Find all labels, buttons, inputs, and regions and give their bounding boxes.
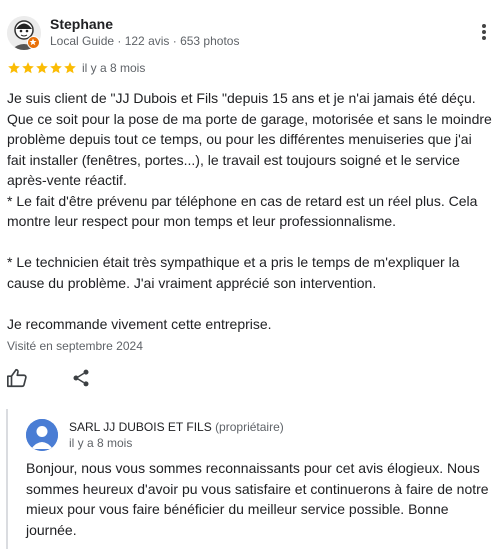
owner-role: (propriétaire) — [215, 420, 284, 434]
star-icon — [50, 62, 62, 74]
share-button[interactable] — [71, 368, 91, 388]
owner-name-label: SARL JJ DUBOIS ET FILS — [69, 420, 212, 434]
like-button[interactable] — [6, 367, 28, 389]
review-text: Je suis client de "JJ Dubois et Fils "de… — [7, 90, 492, 332]
thumb-up-icon — [7, 368, 27, 388]
star-icon — [36, 62, 48, 74]
review-date: il y a 8 mois — [82, 61, 146, 75]
more-vert-icon — [482, 24, 486, 40]
owner-name: SARL JJ DUBOIS ET FILS (propriétaire) — [69, 420, 284, 434]
visit-date: Visité en septembre 2024 — [7, 339, 143, 353]
star-icon — [8, 62, 20, 74]
star-icon — [22, 62, 34, 74]
owner-avatar — [26, 419, 58, 451]
owner-reply-date: il y a 8 mois — [69, 436, 133, 450]
star-rating — [7, 61, 77, 75]
local-guide-badge-icon — [27, 36, 40, 49]
owner-reply: SARL JJ DUBOIS ET FILS (propriétaire) il… — [6, 409, 496, 549]
share-icon — [73, 369, 89, 387]
owner-reply-text: Bonjour, nous vous sommes reconnaissants… — [26, 460, 489, 538]
reviewer-name[interactable]: Stephane — [50, 16, 113, 32]
star-icon — [64, 62, 76, 74]
reviewer-meta: Local Guide · 122 avis · 653 photos — [50, 34, 240, 48]
more-options-button[interactable] — [472, 20, 496, 44]
